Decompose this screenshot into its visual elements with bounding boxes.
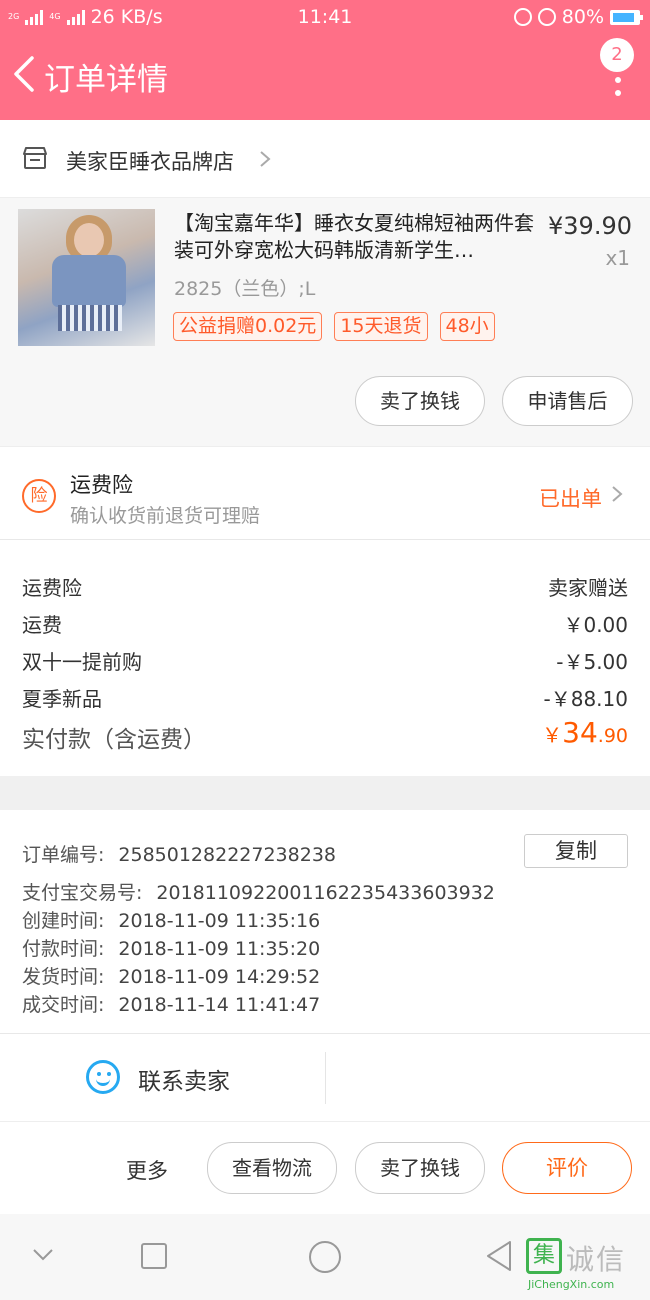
- contact-seller-icon[interactable]: [86, 1060, 120, 1094]
- completed-time-row: 成交时间: 2018-11-14 11:41:47: [22, 990, 320, 1017]
- info-label: 付款时间:: [22, 938, 105, 960]
- total-decimal: .90: [597, 725, 628, 747]
- vertical-divider: [325, 1052, 326, 1104]
- product-tags: 公益捐赠0.02元 15天退货 48小: [173, 312, 495, 341]
- fee-row: 夏季新品 -￥88.10: [22, 683, 628, 712]
- tag-charity: 公益捐赠0.02元: [173, 312, 323, 341]
- review-button[interactable]: 评价: [502, 1142, 632, 1194]
- fee-value: 卖家赠送: [548, 576, 628, 600]
- battery-percent: 80%: [561, 6, 604, 28]
- product-thumbnail[interactable]: [18, 209, 155, 346]
- fee-row: 运费 ￥0.00: [22, 609, 628, 638]
- fee-label: 双十一提前购: [22, 650, 142, 674]
- product-price: ¥39.90: [548, 212, 632, 240]
- fee-row: 双十一提前购 -￥5.00: [22, 646, 628, 675]
- battery-fill: [613, 12, 634, 22]
- rotation-lock-icon: [513, 8, 532, 26]
- tag-shipping: 48小: [439, 312, 495, 341]
- chevron-right-icon: [612, 486, 623, 502]
- total-label: 实付款（含运费）: [22, 727, 206, 753]
- section-divider: [0, 776, 650, 810]
- fee-breakdown: 运费险 卖家赠送 运费 ￥0.00 双十一提前购 -￥5.00 夏季新品 -￥8…: [0, 540, 650, 776]
- insurance-subtitle: 确认收货前退货可理赔: [70, 505, 261, 527]
- nav-bar: 订单详情 2: [0, 34, 650, 120]
- shipping-insurance-row[interactable]: 险 运费险 确认收货前退货可理赔 已出单: [0, 446, 650, 540]
- fee-value: ￥0.00: [563, 613, 628, 637]
- after-sale-button[interactable]: 申请售后: [502, 376, 633, 426]
- insurance-icon: 险: [22, 479, 56, 513]
- fee-row: 运费险 卖家赠送: [22, 572, 628, 601]
- paid-time: 2018-11-09 11:35:20: [118, 938, 321, 960]
- status-right: 80%: [513, 6, 643, 28]
- recent-apps-icon[interactable]: [140, 1242, 168, 1270]
- paid-time-row: 付款时间: 2018-11-09 11:35:20: [22, 934, 320, 961]
- more-button[interactable]: 更多: [126, 1155, 168, 1185]
- total-amount: ￥34.90: [542, 716, 628, 749]
- fee-value: -￥5.00: [556, 650, 628, 674]
- fee-label: 夏季新品: [22, 687, 102, 711]
- product-sku: 2825（兰色）;L: [174, 278, 316, 300]
- total-currency: ￥: [542, 723, 563, 747]
- created-time: 2018-11-09 11:35:16: [118, 910, 321, 932]
- shipped-time: 2018-11-09 14:29:52: [118, 966, 321, 988]
- product-title[interactable]: 【淘宝嘉年华】睡衣女夏纯棉短袖两件套装可外穿宽松大码韩版清新学生…: [174, 210, 536, 264]
- store-name: 美家臣睡衣品牌店: [66, 150, 234, 174]
- total-integer: 34: [562, 716, 598, 749]
- resell-button[interactable]: 卖了换钱: [355, 376, 485, 426]
- alarm-icon: [537, 8, 556, 26]
- insurance-title: 运费险: [70, 473, 133, 497]
- thumb-shorts: [58, 305, 122, 331]
- fee-label: 运费: [22, 613, 62, 637]
- info-label: 订单编号:: [22, 844, 105, 866]
- contact-seller-bar: 联系卖家: [0, 1034, 650, 1122]
- alipay-trade-number: 2018110922001162235433603932: [156, 882, 495, 904]
- completed-time: 2018-11-14 11:41:47: [118, 994, 321, 1016]
- resell-button-bottom[interactable]: 卖了换钱: [355, 1142, 485, 1194]
- thumb-shirt: [52, 255, 126, 307]
- watermark-url: JiChengXin.com: [528, 1278, 615, 1291]
- store-row[interactable]: 美家臣睡衣品牌店: [0, 120, 650, 198]
- status-bar: 2G 4G 26 KB/s 11:41 80%: [0, 0, 650, 34]
- thumb-face: [74, 223, 104, 257]
- alipay-trade-row: 支付宝交易号: 2018110922001162235433603932: [22, 878, 495, 905]
- view-logistics-button[interactable]: 查看物流: [207, 1142, 337, 1194]
- product-card: 【淘宝嘉年华】睡衣女夏纯棉短袖两件套装可外穿宽松大码韩版清新学生… ¥39.90…: [0, 198, 650, 446]
- order-actions: 更多 查看物流 卖了换钱 评价: [0, 1122, 650, 1214]
- order-info: 订单编号: 258501282227238238 复制 支付宝交易号: 201811…: [0, 810, 650, 1034]
- info-label: 支付宝交易号:: [22, 882, 143, 904]
- fee-value: -￥88.10: [543, 687, 628, 711]
- system-nav-bar: 集 诚信 JiChengXin.com: [0, 1214, 650, 1300]
- info-label: 创建时间:: [22, 910, 105, 932]
- copy-button[interactable]: 复制: [524, 834, 628, 868]
- insurance-status: 已出单: [539, 487, 602, 511]
- tag-return-policy: 15天退货: [334, 312, 428, 341]
- back-icon[interactable]: [484, 1240, 514, 1272]
- order-number: 258501282227238238: [118, 844, 336, 866]
- order-number-row: 订单编号: 258501282227238238: [22, 840, 336, 867]
- battery-icon: [610, 9, 643, 25]
- watermark-text: 诚信: [566, 1243, 627, 1276]
- total-paid-row: 实付款（含运费） ￥34.90: [22, 716, 628, 754]
- watermark-logo: 集: [526, 1238, 562, 1274]
- shop-icon: [23, 147, 47, 169]
- page-title: 订单详情: [44, 62, 168, 98]
- shipped-time-row: 发货时间: 2018-11-09 14:29:52: [22, 962, 320, 989]
- watermark: 集 诚信 JiChengXin.com: [526, 1232, 644, 1292]
- chevron-down-icon[interactable]: [32, 1248, 54, 1262]
- home-icon[interactable]: [308, 1240, 342, 1274]
- contact-seller-button[interactable]: 联系卖家: [138, 1062, 230, 1096]
- product-quantity: x1: [605, 246, 630, 270]
- info-label: 发货时间:: [22, 966, 105, 988]
- notification-badge: 2: [600, 38, 634, 72]
- chevron-right-icon: [260, 151, 271, 167]
- info-label: 成交时间:: [22, 994, 105, 1016]
- created-time-row: 创建时间: 2018-11-09 11:35:16: [22, 906, 320, 933]
- back-arrow-icon[interactable]: [10, 54, 40, 94]
- fee-label: 运费险: [22, 576, 82, 600]
